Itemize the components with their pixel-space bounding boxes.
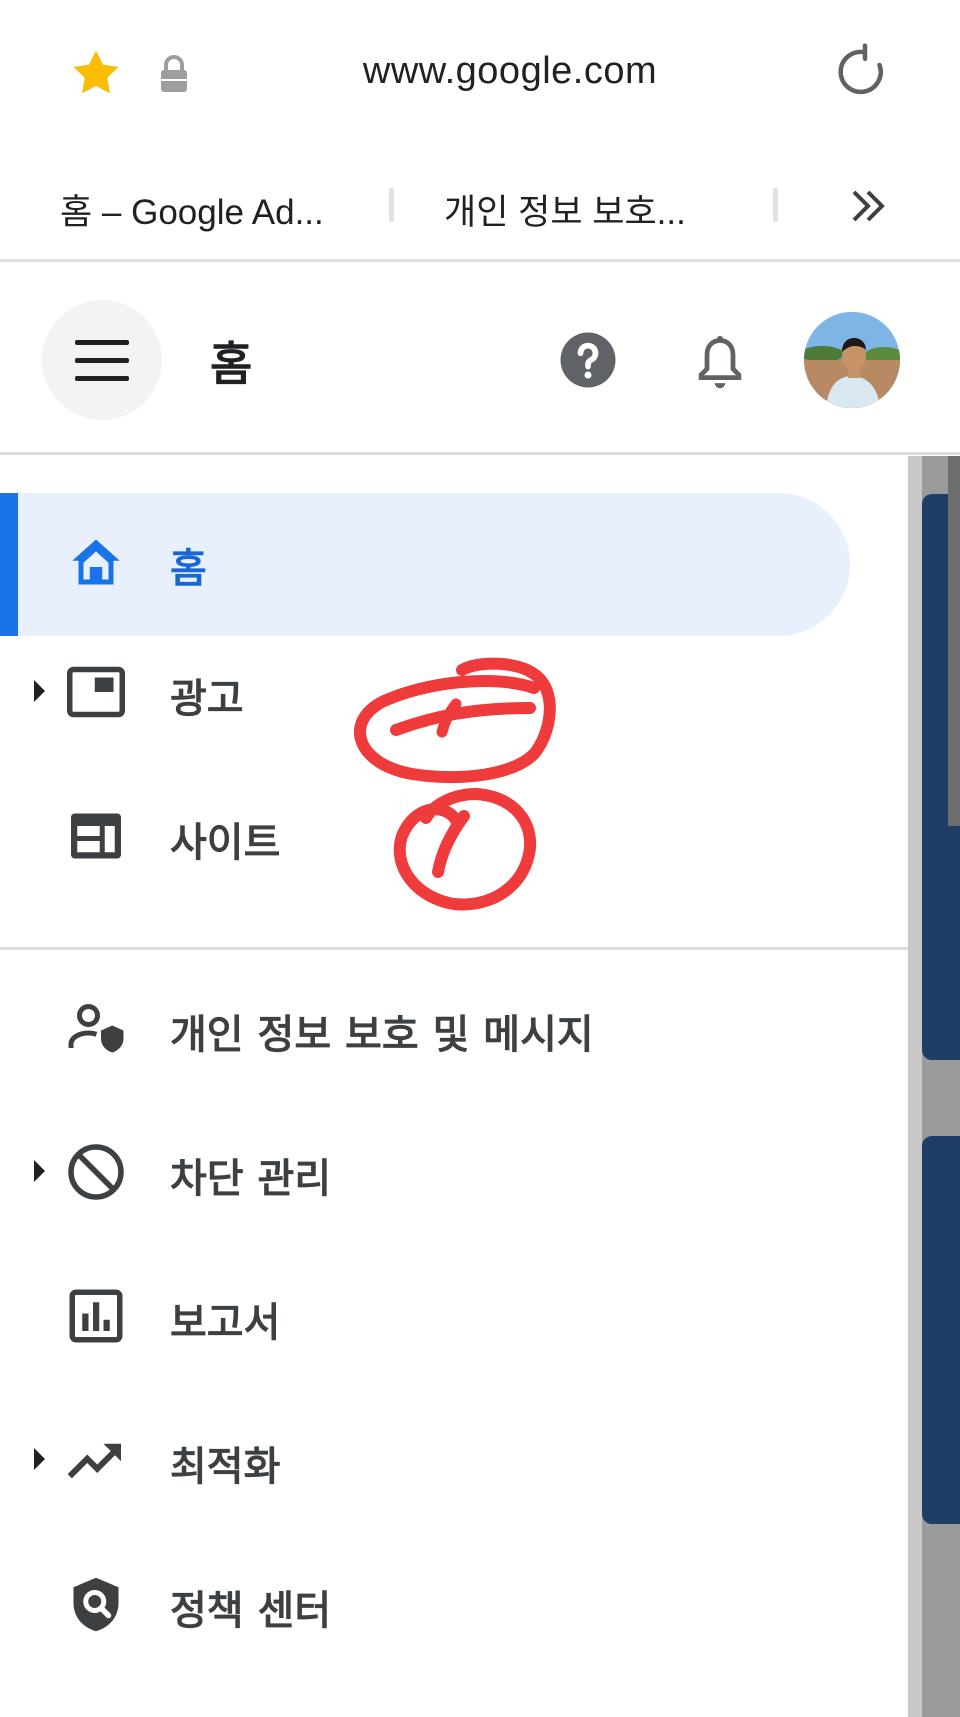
home-icon [72,539,120,585]
tab-divider [389,188,394,222]
scroll-area [908,456,960,1717]
tab-privacy[interactable]: 개인 정보 보호... [444,184,686,235]
tab-google-adsense-home[interactable]: 홈 – Google Ad... [60,184,324,235]
nav-item-label: 최적화 [170,1444,281,1490]
nav-item-label: 개인 정보 보호 및 메시지 [170,1012,594,1058]
lock-icon [161,55,187,92]
menu-icon [75,340,129,345]
nav-item-policy-center[interactable]: 정책 센터 [0,1532,908,1675]
nav-item-blocking-controls[interactable]: 차단 관리 [0,1100,908,1243]
expand-caret-icon[interactable] [34,680,45,702]
nav-item-label: 차단 관리 [170,1156,332,1202]
report-icon [69,1289,123,1343]
expand-caret-icon[interactable] [34,1448,45,1470]
nav-item-label: 광고 [170,676,244,722]
nav-item-privacy-messaging[interactable]: 개인 정보 보호 및 메시지 [0,956,908,1099]
block-icon [68,1144,124,1200]
star-icon[interactable] [68,46,124,100]
bookmark-tabs-bar: 홈 – Google Ad... 개인 정보 보호... [0,150,960,262]
nav-item-optimization[interactable]: 최적화 [0,1388,908,1531]
nav-item-label: 정책 센터 [170,1588,332,1634]
help-icon[interactable] [558,330,618,390]
avatar[interactable] [804,312,900,408]
page-title: 홈 [210,337,253,391]
ads-icon [67,666,125,718]
policy-icon [73,1577,119,1632]
content-card-edge [922,1136,960,1524]
nav-divider [0,947,908,950]
scrollbar-thumb[interactable] [948,456,960,826]
browser-url-bar: www.google.com [0,0,960,150]
expand-caret-icon[interactable] [34,1160,45,1182]
active-highlight [0,493,850,636]
nav-item-reports[interactable]: 보고서 [0,1244,908,1387]
handwritten-scribble [354,657,556,911]
privacy-icon [68,1004,124,1053]
bell-icon[interactable] [694,334,746,392]
nav-item-label: 보고서 [170,1300,281,1346]
menu-icon [75,358,129,363]
url-field[interactable]: www.google.com [260,50,760,93]
sites-icon [71,813,121,859]
nav-item-label: 홈 [170,546,207,592]
tab-divider [773,188,778,222]
active-indicator [0,493,18,636]
nav-item-label: 사이트 [170,820,281,866]
reload-icon[interactable] [832,42,892,102]
app-header: 홈 [0,262,960,455]
trending-up-icon [67,1443,121,1479]
menu-icon [75,376,129,381]
menu-button[interactable] [42,300,162,420]
chevron-double-right-icon[interactable] [848,186,888,226]
nav-item-home[interactable]: 홈 [0,456,908,636]
